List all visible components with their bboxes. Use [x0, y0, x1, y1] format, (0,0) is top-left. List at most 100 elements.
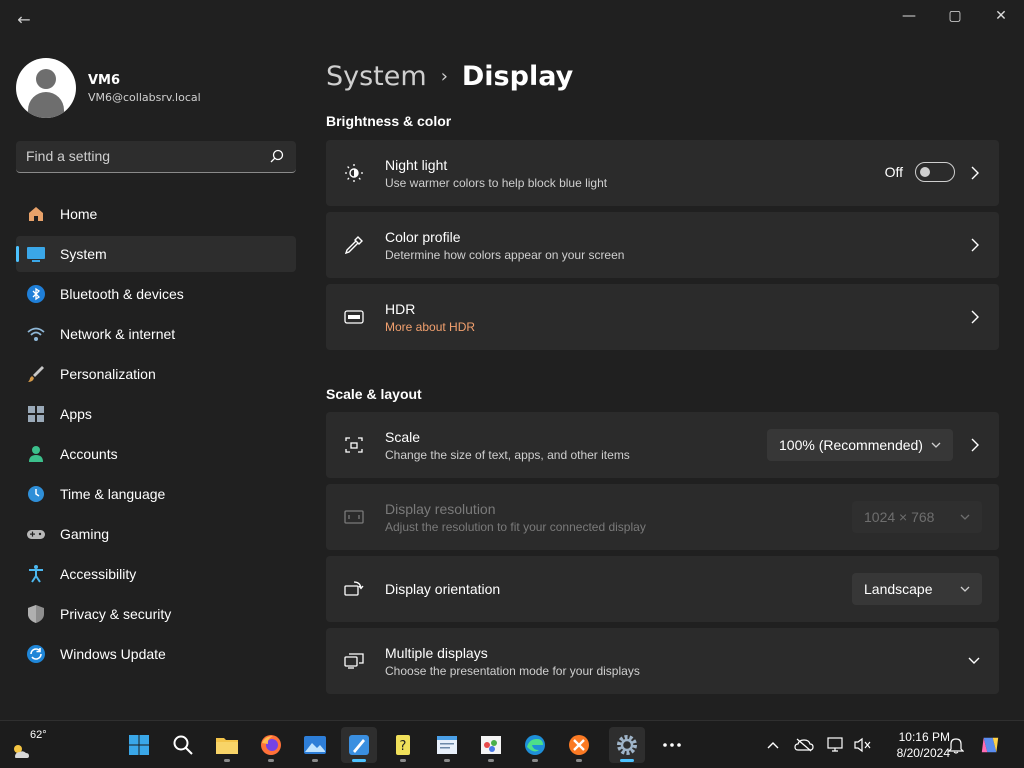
multiple-displays-subtitle: Choose the presentation mode for your di… — [385, 663, 640, 678]
sidebar-item-label: Apps — [60, 406, 92, 422]
profile-email: VM6@collabsrv.local — [88, 90, 201, 104]
start-button[interactable] — [121, 727, 157, 763]
taskbar-paint-classic[interactable] — [473, 727, 509, 763]
sidebar-item-bluetooth[interactable]: Bluetooth & devices — [16, 276, 296, 312]
display-orientation-title: Display orientation — [385, 581, 501, 597]
sidebar-nav: Home System Bluetooth & devices Network … — [16, 196, 296, 676]
search-icon[interactable] — [270, 149, 284, 163]
title-bar: ← — ▢ ✕ — [0, 0, 1024, 36]
taskbar-help[interactable]: ? — [385, 727, 421, 763]
xampp-icon — [569, 735, 589, 755]
sidebar-item-privacy-security[interactable]: Privacy & security — [16, 596, 296, 632]
windows-update-icon — [26, 644, 46, 664]
copilot-button[interactable] — [980, 735, 1000, 755]
volume-tray[interactable] — [853, 735, 873, 755]
breadcrumb-parent[interactable]: System — [326, 61, 427, 92]
sidebar-item-label: Personalization — [60, 366, 156, 382]
taskbar-photos[interactable] — [297, 727, 333, 763]
search-box — [16, 141, 296, 173]
show-hidden-icons-button[interactable] — [763, 735, 783, 755]
taskbar-paint[interactable] — [341, 727, 377, 763]
chevron-up-icon — [767, 742, 779, 749]
taskbar: 62° ? 10:16 PM 8/20/2024 — [0, 720, 1024, 768]
sidebar-item-accounts[interactable]: Accounts — [16, 436, 296, 472]
display-resolution-subtitle: Adjust the resolution to fit your connec… — [385, 519, 646, 534]
taskbar-clock[interactable]: 10:16 PM 8/20/2024 — [880, 729, 950, 761]
accessibility-icon — [26, 564, 46, 584]
eyedropper-icon — [344, 236, 363, 255]
weather-temperature: 62° — [30, 729, 47, 741]
scale-icon — [345, 437, 363, 453]
maximize-button[interactable]: ▢ — [932, 0, 978, 32]
gaming-controller-icon — [26, 524, 46, 544]
night-light-toggle-group: Off — [885, 162, 955, 182]
section-scale-layout: Scale & layout — [326, 386, 422, 402]
sidebar-item-label: Home — [60, 206, 98, 222]
hdr-title: HDR — [385, 300, 416, 317]
night-light-title: Night light — [385, 156, 448, 173]
sidebar-item-label: Accessibility — [60, 566, 137, 582]
taskbar-settings[interactable] — [609, 727, 645, 763]
sidebar-item-label: Accounts — [60, 446, 118, 462]
back-button[interactable]: ← — [12, 10, 36, 30]
minimize-button[interactable]: — — [886, 0, 932, 32]
user-profile[interactable]: VM6 VM6@collabsrv.local — [16, 56, 201, 120]
network-icon — [26, 324, 46, 344]
chevron-down-icon[interactable] — [967, 654, 981, 668]
chevron-down-icon — [960, 514, 970, 520]
help-icon: ? — [396, 735, 410, 755]
apps-icon — [26, 404, 46, 424]
chevron-right-icon[interactable] — [969, 309, 981, 325]
night-light-card[interactable]: Night light Use warmer colors to help bl… — [326, 140, 999, 206]
hdr-card[interactable]: HDR More about HDR — [326, 284, 999, 350]
scale-card[interactable]: Scale Change the size of text, apps, and… — [326, 412, 999, 478]
scale-subtitle: Change the size of text, apps, and other… — [385, 447, 630, 462]
sidebar-item-accessibility[interactable]: Accessibility — [16, 556, 296, 592]
taskbar-more-apps[interactable] — [654, 727, 690, 763]
chevron-right-icon[interactable] — [969, 165, 981, 181]
hdr-learn-more-link[interactable]: More about HDR — [385, 320, 475, 334]
time-language-icon — [26, 484, 46, 504]
taskbar-firefox[interactable] — [253, 727, 289, 763]
ethernet-icon — [827, 737, 843, 752]
taskbar-notepad[interactable] — [429, 727, 465, 763]
display-orientation-card: Display orientation Landscape — [326, 556, 999, 622]
chevron-down-icon — [960, 586, 970, 592]
orientation-dropdown[interactable]: Landscape — [852, 573, 982, 605]
night-light-icon — [345, 164, 363, 182]
sidebar-item-personalization[interactable]: Personalization — [16, 356, 296, 392]
chevron-right-icon[interactable] — [969, 437, 981, 453]
taskbar-file-explorer[interactable] — [209, 727, 245, 763]
sidebar-item-apps[interactable]: Apps — [16, 396, 296, 432]
sidebar-item-time-language[interactable]: Time & language — [16, 476, 296, 512]
sidebar-item-home[interactable]: Home — [16, 196, 296, 232]
sidebar-item-gaming[interactable]: Gaming — [16, 516, 296, 552]
night-light-toggle[interactable] — [915, 162, 955, 182]
resolution-dropdown: 1024 × 768 — [852, 501, 982, 533]
settings-icon — [617, 735, 637, 755]
sidebar-item-windows-update[interactable]: Windows Update — [16, 636, 296, 672]
multiple-displays-card[interactable]: Multiple displays Choose the presentatio… — [326, 628, 999, 694]
section-brightness-color: Brightness & color — [326, 113, 452, 129]
onedrive-tray[interactable] — [794, 735, 814, 755]
search-input[interactable] — [16, 141, 256, 171]
taskbar-search-button[interactable] — [165, 727, 201, 763]
window-controls: — ▢ ✕ — [886, 0, 1024, 32]
scale-dropdown[interactable]: 100% (Recommended) — [767, 429, 953, 461]
chevron-right-icon[interactable] — [969, 237, 981, 253]
color-profile-title: Color profile — [385, 228, 461, 245]
hdr-icon — [344, 310, 364, 324]
sidebar-item-system[interactable]: System — [16, 236, 296, 272]
breadcrumb: System › Display — [326, 56, 573, 96]
color-profile-card[interactable]: Color profile Determine how colors appea… — [326, 212, 999, 278]
notifications-button[interactable] — [946, 735, 966, 755]
close-button[interactable]: ✕ — [978, 0, 1024, 32]
network-tray[interactable] — [826, 735, 846, 755]
night-light-subtitle: Use warmer colors to help block blue lig… — [385, 175, 608, 190]
taskbar-xampp[interactable] — [561, 727, 597, 763]
sidebar-item-network[interactable]: Network & internet — [16, 316, 296, 352]
taskbar-edge[interactable] — [517, 727, 553, 763]
firefox-icon — [261, 735, 281, 755]
paint-icon — [349, 735, 369, 755]
weather-widget[interactable]: 62° — [8, 727, 56, 763]
